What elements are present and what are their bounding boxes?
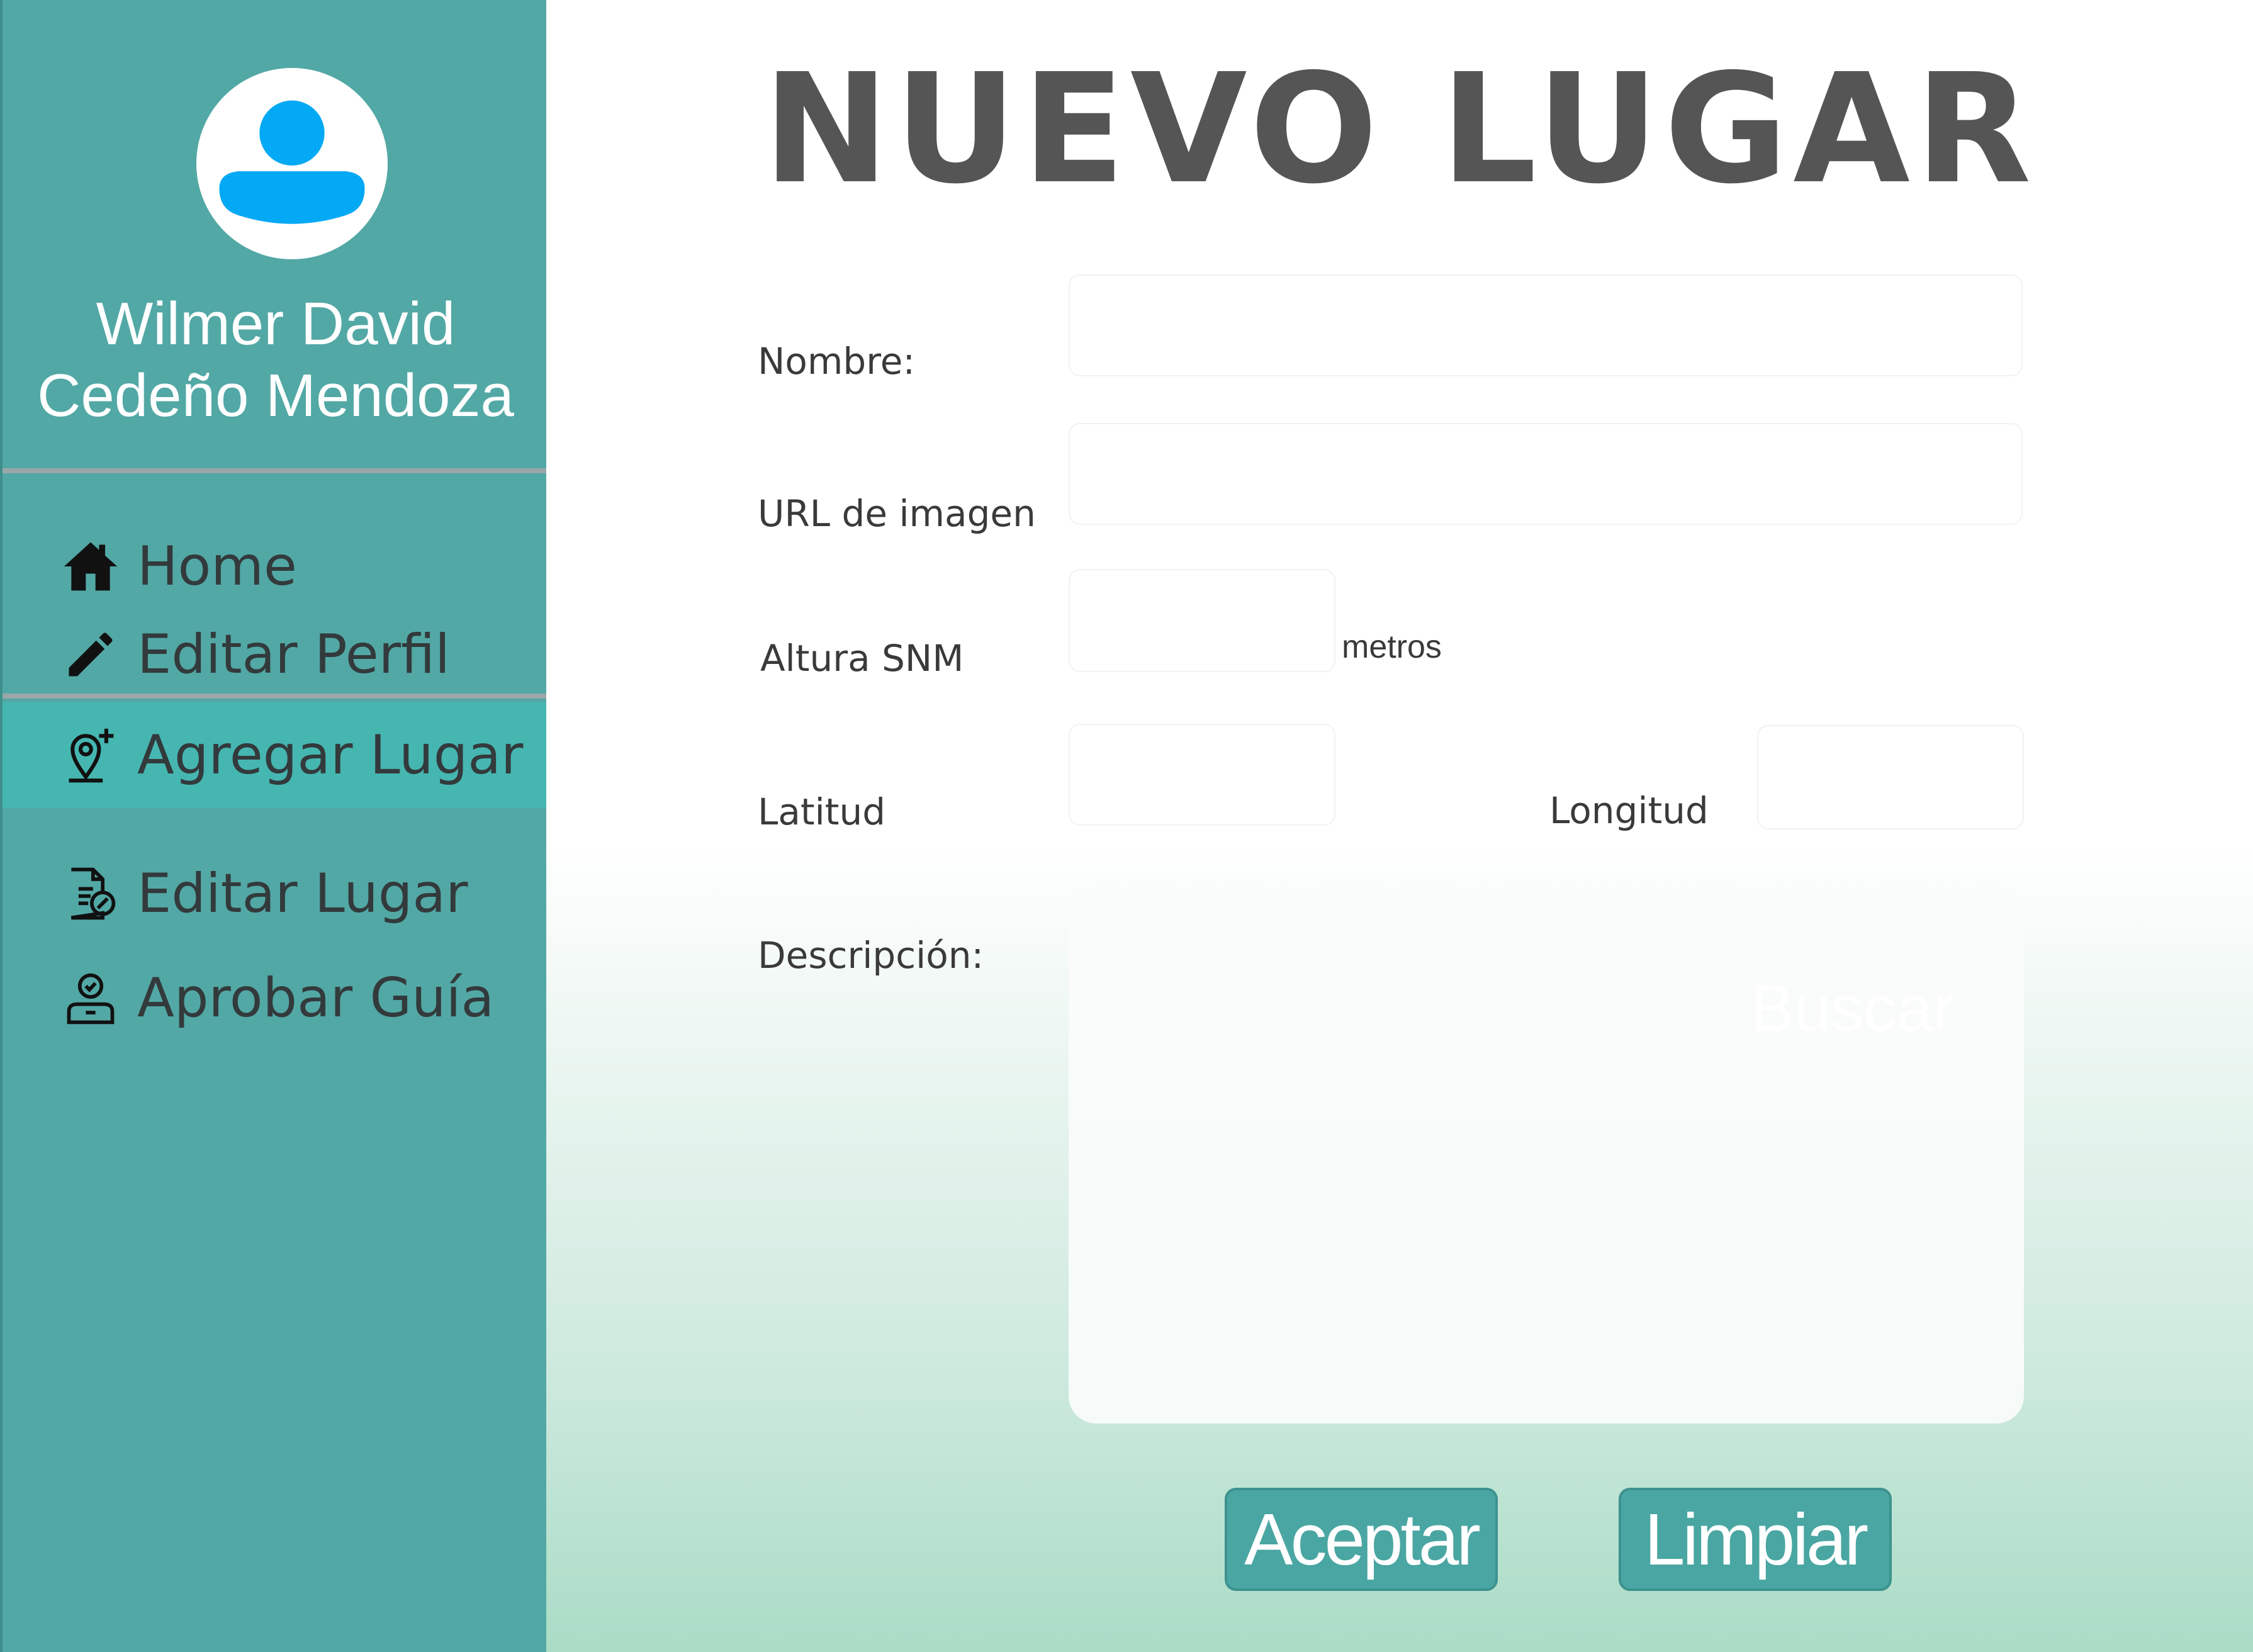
accept-button[interactable]: Aceptar bbox=[1225, 1488, 1498, 1591]
image-url-label: URL de imagen bbox=[758, 492, 1036, 535]
sidebar-item-approve-guide[interactable]: Aprobar Guía bbox=[3, 948, 549, 1048]
longitude-label: Longitud bbox=[1549, 789, 1709, 832]
clear-button[interactable]: Limpiar bbox=[1619, 1488, 1892, 1591]
altitude-field[interactable] bbox=[1069, 569, 1335, 672]
search-ghost-text: Buscar bbox=[1751, 972, 1955, 1045]
latitude-label: Latitud bbox=[758, 790, 886, 833]
sidebar-item-add-place-label: Agregar Lugar bbox=[137, 724, 524, 787]
name-field[interactable] bbox=[1069, 274, 2023, 376]
sidebar-divider bbox=[3, 468, 549, 473]
home-icon bbox=[59, 535, 122, 598]
avatar[interactable] bbox=[196, 68, 388, 259]
sidebar-item-edit-profile-label: Editar Perfil bbox=[137, 623, 451, 686]
user-icon bbox=[219, 100, 365, 224]
sidebar-item-edit-place[interactable]: Editar Lugar bbox=[3, 843, 549, 944]
sidebar-divider bbox=[3, 694, 549, 699]
sidebar: Wilmer David Cedeño Mendoza Home Editar … bbox=[0, 0, 549, 1652]
longitude-field[interactable] bbox=[1757, 725, 2024, 829]
sidebar-item-add-place[interactable]: Agregar Lugar bbox=[3, 702, 549, 808]
user-name-line2: Cedeño Mendoza bbox=[37, 362, 514, 429]
description-label: Descripción: bbox=[758, 934, 984, 977]
main-content: NUEVO LUGAR Nombre: URL de imagen Altura… bbox=[546, 0, 2253, 1652]
altitude-label: Altura SNM bbox=[760, 637, 964, 680]
description-field[interactable] bbox=[1069, 886, 2024, 1424]
sidebar-item-edit-profile[interactable]: Editar Perfil bbox=[3, 604, 549, 705]
pencil-icon bbox=[59, 623, 122, 686]
latitude-field[interactable] bbox=[1069, 724, 1335, 826]
sidebar-item-home[interactable]: Home bbox=[3, 516, 549, 617]
image-url-field[interactable] bbox=[1069, 423, 2023, 525]
user-check-icon bbox=[59, 967, 122, 1030]
add-location-icon bbox=[59, 724, 122, 787]
sidebar-item-home-label: Home bbox=[137, 535, 297, 598]
altitude-unit: metros bbox=[1342, 629, 1442, 665]
sidebar-item-edit-place-label: Editar Lugar bbox=[137, 862, 468, 925]
sidebar-item-approve-guide-label: Aprobar Guía bbox=[137, 967, 495, 1030]
name-label: Nombre: bbox=[758, 340, 915, 383]
user-name: Wilmer David Cedeño Mendoza bbox=[3, 288, 549, 432]
user-name-line1: Wilmer David bbox=[96, 290, 456, 357]
edit-document-icon bbox=[59, 862, 122, 925]
page-title: NUEVO LUGAR bbox=[763, 41, 2037, 217]
